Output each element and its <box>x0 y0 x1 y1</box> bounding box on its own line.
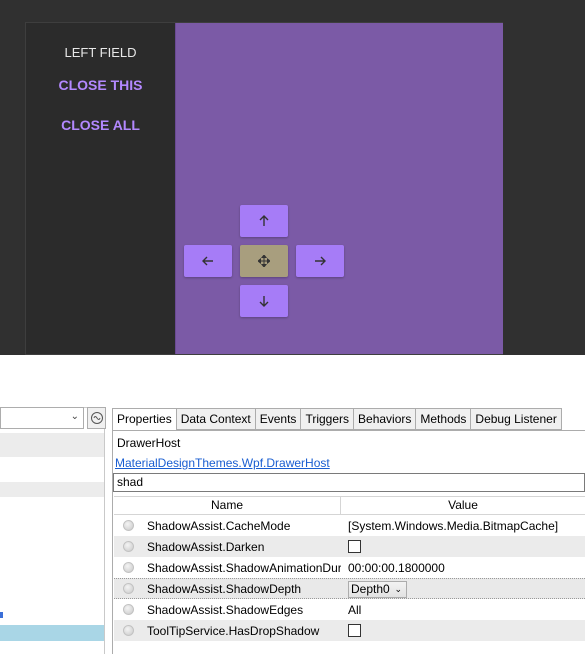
open-all-drawers-button[interactable] <box>240 245 288 277</box>
left-drawer: LEFT FIELD CLOSE THIS CLOSE ALL <box>26 23 175 354</box>
property-name: ShadowAssist.ShadowAnimationDuration <box>147 560 341 575</box>
tab-methods[interactable]: Methods <box>416 408 472 430</box>
open-right-drawer-button[interactable] <box>296 245 344 277</box>
property-indicator-icon <box>123 562 134 573</box>
inspector-tabs: Properties Data Context Events Triggers … <box>112 408 562 431</box>
snoop-inspector: ⌄ Properties Data Context Events Trigger… <box>0 355 585 654</box>
close-this-button[interactable]: CLOSE THIS <box>26 77 175 93</box>
tab-triggers[interactable]: Triggers <box>301 408 355 430</box>
property-checkbox[interactable] <box>348 540 361 553</box>
tab-debug-listener[interactable]: Debug Listener <box>471 408 562 430</box>
column-header-value[interactable]: Value <box>341 497 585 514</box>
property-value-select[interactable]: Depth0 ⌄ <box>348 581 407 598</box>
open-bottom-drawer-button[interactable] <box>240 285 288 317</box>
tab-behaviors[interactable]: Behaviors <box>354 408 417 430</box>
property-indicator-icon <box>123 604 134 615</box>
property-grid-header: Name Value <box>114 496 585 515</box>
tree-filter-combo[interactable]: ⌄ <box>0 407 84 429</box>
property-checkbox[interactable] <box>348 624 361 637</box>
property-name: ShadowAssist.ShadowEdges <box>147 602 304 617</box>
drawer-content-area <box>175 23 503 354</box>
chevron-down-icon: ⌄ <box>70 411 79 422</box>
property-filter-input[interactable]: shad <box>113 473 585 492</box>
property-value[interactable]: [System.Windows.Media.BitmapCache] <box>348 519 558 533</box>
property-row[interactable]: ShadowAssist.CacheMode [System.Windows.M… <box>114 515 585 536</box>
property-row[interactable]: ToolTipService.HasDropShadow <box>114 620 585 641</box>
move-icon <box>258 255 270 267</box>
select-value: Depth0 <box>351 582 390 596</box>
tree-item[interactable] <box>0 482 104 497</box>
property-name: ShadowAssist.CacheMode <box>147 518 291 533</box>
property-name: ShadowAssist.Darken <box>147 539 265 554</box>
arrow-up-icon <box>259 215 269 226</box>
property-name: ShadowAssist.ShadowDepth <box>147 581 302 596</box>
property-indicator-icon <box>123 625 134 636</box>
property-grid: Name Value ShadowAssist.CacheMode [Syste… <box>114 496 585 641</box>
arrow-left-icon <box>202 256 213 266</box>
property-row[interactable]: ShadowAssist.Darken <box>114 536 585 557</box>
property-row-selected[interactable]: ShadowAssist.ShadowDepth Depth0 ⌄ <box>114 578 585 599</box>
open-top-drawer-button[interactable] <box>240 205 288 237</box>
crosshair-icon <box>90 412 103 424</box>
property-indicator-icon <box>123 583 134 594</box>
snoop-target-button[interactable] <box>87 407 106 429</box>
property-row[interactable]: ShadowAssist.ShadowAnimationDuration 00:… <box>114 557 585 578</box>
tree-item[interactable] <box>0 433 104 457</box>
demo-app-window: LEFT FIELD CLOSE THIS CLOSE ALL <box>0 0 585 355</box>
property-name: ToolTipService.HasDropShadow <box>147 623 320 638</box>
property-row[interactable]: ShadowAssist.ShadowEdges All <box>114 599 585 620</box>
property-indicator-icon <box>123 520 134 531</box>
column-header-name[interactable]: Name <box>114 497 341 514</box>
selected-object-type-link[interactable]: MaterialDesignThemes.Wpf.DrawerHost <box>115 456 330 470</box>
property-indicator-icon <box>123 541 134 552</box>
close-all-button[interactable]: CLOSE ALL <box>26 117 175 133</box>
open-left-drawer-button[interactable] <box>184 245 232 277</box>
tree-item-selected[interactable] <box>0 625 104 641</box>
tree-expander-mark <box>0 612 3 618</box>
chevron-down-icon: ⌄ <box>394 584 402 594</box>
arrow-down-icon <box>259 296 269 307</box>
property-value[interactable]: All <box>348 603 361 617</box>
arrow-right-icon <box>315 256 326 266</box>
drawer-title: LEFT FIELD <box>64 45 137 60</box>
selected-object-name: DrawerHost <box>117 436 181 450</box>
tab-properties[interactable]: Properties <box>112 408 177 431</box>
tab-events[interactable]: Events <box>255 408 302 430</box>
tab-data-context[interactable]: Data Context <box>176 408 256 430</box>
property-value[interactable]: 00:00:00.1800000 <box>348 561 445 575</box>
